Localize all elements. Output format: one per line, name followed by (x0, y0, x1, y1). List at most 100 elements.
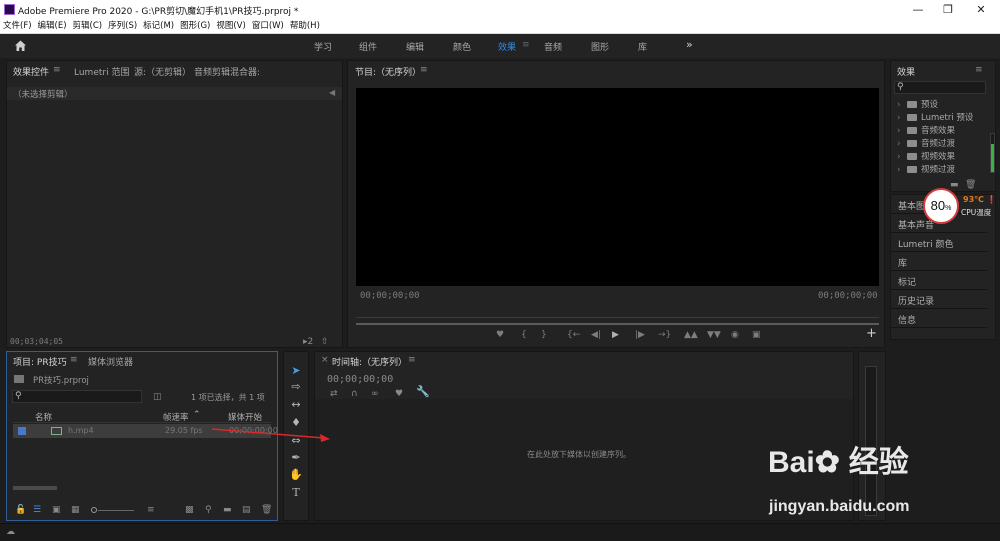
step-back-icon[interactable]: ◀| (591, 330, 601, 340)
freeform-view-icon[interactable]: ▦ (71, 505, 80, 515)
ripple-edit-tool-icon[interactable]: ↔ (289, 398, 303, 412)
workspace-overflow-button[interactable]: » (686, 38, 693, 51)
export-icon[interactable]: ⇧ (321, 337, 329, 347)
wrench-icon[interactable]: 🔧 (416, 386, 430, 397)
clear-trash-icon[interactable]: 🗑 (261, 505, 272, 515)
effects-panel-title[interactable]: 效果 (897, 65, 915, 78)
new-item-icon[interactable]: ▤ (242, 505, 251, 515)
list-view-icon[interactable]: ☰ (33, 505, 41, 515)
status-cloud-icon[interactable]: ☁ (6, 527, 15, 537)
sort-asc-icon[interactable]: ⌃ (193, 410, 201, 420)
column-media-start[interactable]: 媒体开始 (228, 411, 262, 423)
workspace-tab-color[interactable]: 颜色 (453, 40, 471, 53)
workspace-tab-libraries[interactable]: 库 (638, 40, 647, 53)
export-frame-icon[interactable]: ◉ (731, 330, 739, 340)
add-marker-icon[interactable]: ♥ (496, 330, 504, 340)
effects-item-lumetri-presets[interactable]: › Lumetri 预设 (897, 111, 987, 124)
lock-icon[interactable]: 🔓 (15, 505, 26, 515)
project-menu-icon[interactable]: ≡ (70, 355, 78, 365)
workspace-tab-audio[interactable]: 音频 (544, 40, 562, 53)
close-timeline-icon[interactable]: × (321, 355, 329, 365)
zoom-slider-handle[interactable] (91, 507, 97, 513)
extract-icon[interactable]: ▼▼ (707, 330, 721, 340)
zoom-slider-track[interactable] (98, 510, 134, 511)
panel-menu-icon[interactable]: ≡ (53, 65, 61, 75)
panel-info[interactable]: 信息 (891, 309, 987, 328)
workspace-tab-learn[interactable]: 学习 (314, 40, 332, 53)
new-bin-icon[interactable]: ▬ (950, 180, 959, 190)
pen-tool-icon[interactable]: ✒ (289, 451, 303, 465)
menu-clip[interactable]: 剪辑(C) (70, 20, 106, 33)
close-icon[interactable]: ✕ (966, 2, 996, 18)
sort-icons-icon[interactable]: ≡ (147, 505, 155, 515)
effects-item-audio-transitions[interactable]: › 音频过渡 (897, 137, 987, 150)
automate-to-sequence-icon[interactable]: ▩ (185, 505, 194, 515)
label-color-swatch[interactable] (18, 427, 26, 435)
insert-sequence-nest-icon[interactable]: ⇄ (330, 389, 338, 399)
tab-lumetri-scopes[interactable]: Lumetri 范围 (74, 65, 129, 78)
clip-name[interactable]: h.mp4 (68, 426, 94, 435)
filter-icon[interactable]: ▸2 (303, 337, 313, 347)
play-icon[interactable]: ▶ (612, 330, 619, 340)
add-marker-timeline-icon[interactable]: ♥ (395, 389, 403, 399)
panel-markers[interactable]: 标记 (891, 271, 987, 290)
menu-sequence[interactable]: 序列(S) (105, 20, 140, 33)
workspace-tab-menu-icon[interactable]: ≡ (522, 40, 530, 50)
program-menu-icon[interactable]: ≡ (420, 65, 428, 75)
effects-item-video-transitions[interactable]: › 视频过渡 (897, 163, 987, 176)
timeline-title[interactable]: 时间轴:（无序列） (332, 355, 407, 368)
program-monitor-title[interactable]: 节目:（无序列） (355, 65, 421, 78)
maximize-icon[interactable]: ❐ (933, 2, 963, 18)
program-timecode-current[interactable]: 00;00;00;00 (360, 291, 420, 301)
column-frame-rate[interactable]: 帧速率 (163, 411, 189, 423)
workspace-tab-graphics[interactable]: 图形 (591, 40, 609, 53)
menu-graphics[interactable]: 图形(G) (177, 20, 213, 33)
minimize-icon[interactable]: — (903, 2, 933, 18)
effects-scrollbar[interactable] (990, 133, 995, 173)
tab-effect-controls[interactable]: 效果控件 (13, 65, 49, 78)
step-forward-icon[interactable]: |▶ (635, 330, 645, 340)
tab-audio-clip-mixer[interactable]: 音频剪辑混合器: (194, 65, 260, 78)
project-search-input[interactable]: ⚲ (12, 390, 142, 403)
comparison-view-icon[interactable]: ▣ (752, 330, 761, 340)
menu-file[interactable]: 文件(F) (0, 20, 35, 33)
panel-libraries[interactable]: 库 (891, 252, 987, 271)
menu-window[interactable]: 窗口(W) (249, 20, 287, 33)
program-zoom-bar[interactable] (356, 323, 879, 325)
go-to-in-icon[interactable]: {← (567, 330, 580, 340)
snap-icon[interactable]: ∩ (351, 389, 358, 399)
add-button-icon[interactable]: + (866, 327, 877, 340)
effects-item-presets[interactable]: › 预设 (897, 98, 987, 111)
go-to-out-icon[interactable]: →} (658, 330, 671, 340)
effects-menu-icon[interactable]: ≡ (975, 65, 983, 75)
tab-source-monitor[interactable]: 源:（无剪辑） (134, 65, 191, 78)
panel-lumetri-color[interactable]: Lumetri 颜色 (891, 233, 987, 252)
effects-item-video-effects[interactable]: › 视频效果 (897, 150, 987, 163)
menu-edit[interactable]: 编辑(E) (35, 20, 70, 33)
workspace-tab-editing[interactable]: 编辑 (406, 40, 424, 53)
new-bin-folder-icon[interactable]: ▬ (223, 505, 232, 515)
timeline-menu-icon[interactable]: ≡ (408, 355, 416, 365)
workspace-tab-assembly[interactable]: 组件 (359, 40, 377, 53)
effects-search-input[interactable]: ⚲ (894, 81, 986, 94)
tab-project[interactable]: 项目: PR技巧 (13, 355, 67, 368)
program-video-frame[interactable] (356, 88, 879, 286)
find-icon[interactable]: ⚲ (205, 505, 212, 515)
menu-help[interactable]: 帮助(H) (287, 20, 323, 33)
trash-icon[interactable]: 🗑 (965, 180, 976, 190)
collapse-arrow-icon[interactable]: ◀ (329, 88, 335, 97)
menu-markers[interactable]: 标记(M) (140, 20, 177, 33)
track-select-tool-icon[interactable]: ⇨ (289, 380, 303, 394)
icon-view-icon[interactable]: ▣ (52, 505, 61, 515)
timeline-timecode[interactable]: 00;00;00;00 (327, 374, 393, 385)
panel-history[interactable]: 历史记录 (891, 290, 987, 309)
selection-tool-icon[interactable]: ➤ (289, 364, 303, 378)
workspace-tab-effects[interactable]: 效果 (498, 40, 516, 53)
tab-media-browser[interactable]: 媒体浏览器 (88, 355, 133, 368)
lift-icon[interactable]: ▲▲ (684, 330, 698, 340)
project-horizontal-scrollbar[interactable] (13, 486, 57, 490)
hand-tool-icon[interactable]: ✋ (289, 468, 303, 482)
type-tool-icon[interactable]: T (289, 486, 303, 500)
home-icon[interactable] (14, 39, 27, 55)
menu-view[interactable]: 视图(V) (213, 20, 248, 33)
